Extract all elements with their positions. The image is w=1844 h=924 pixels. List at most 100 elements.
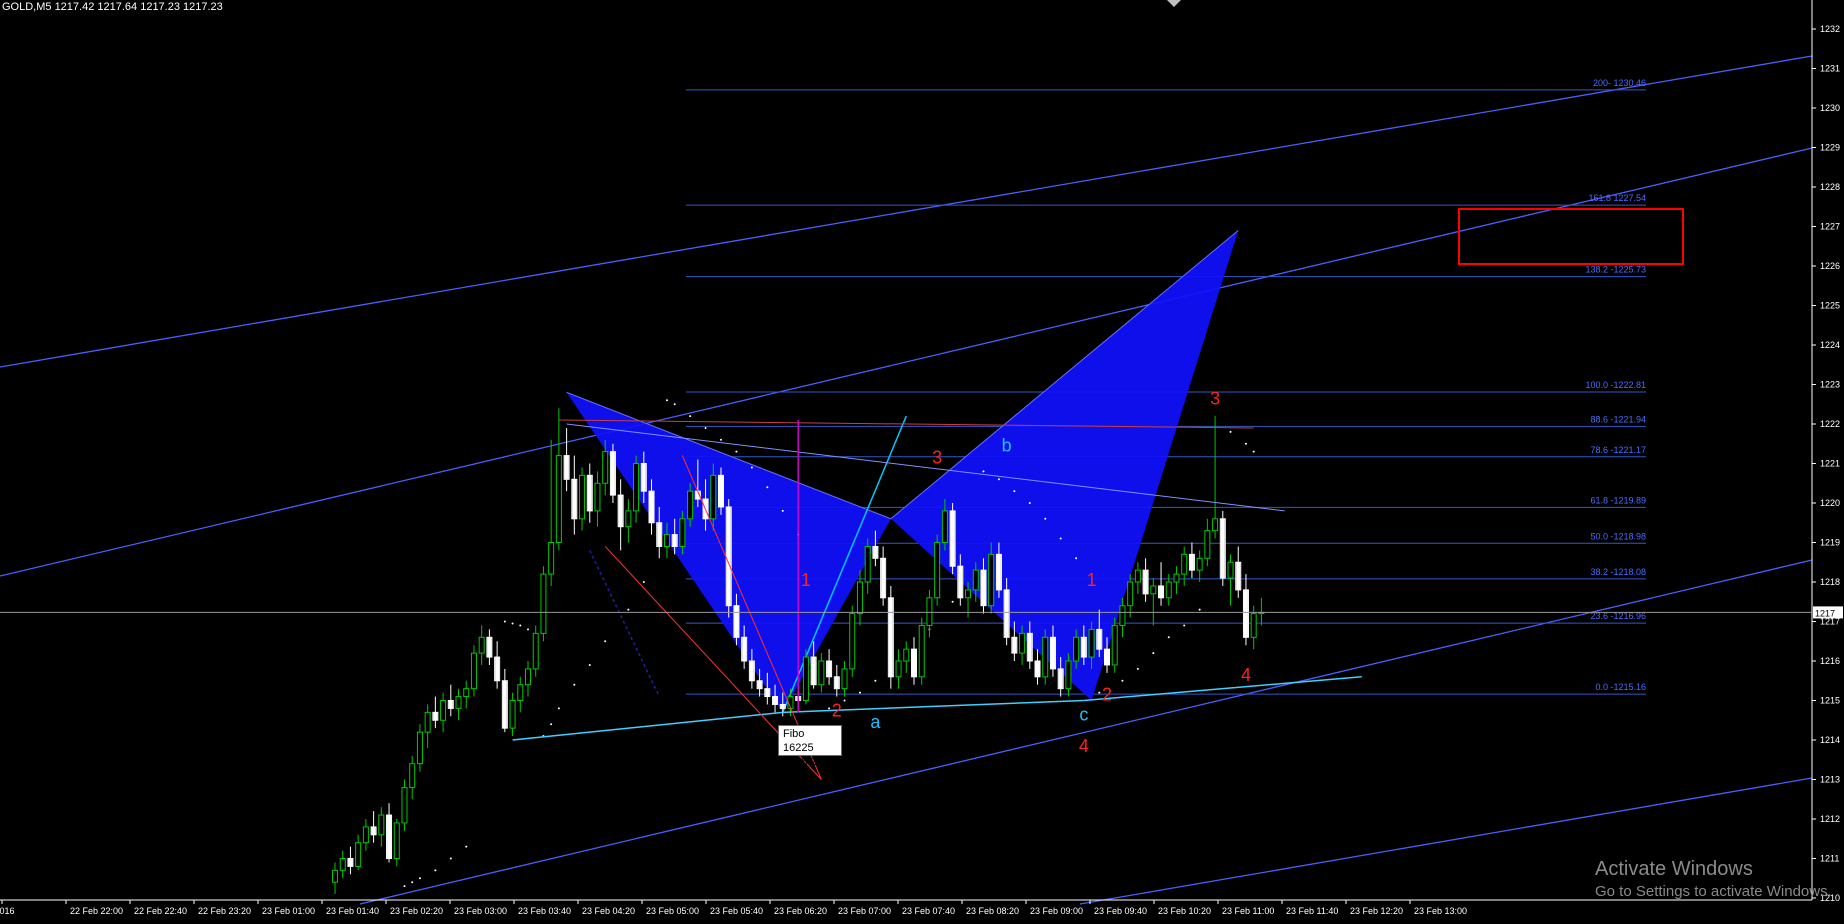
candle-body-fill bbox=[996, 554, 1001, 590]
candle-body-fill bbox=[448, 700, 453, 709]
current-price-label: 1217 bbox=[1815, 608, 1835, 618]
candle-body bbox=[378, 814, 385, 836]
candle-body bbox=[455, 696, 462, 709]
price-tick-label: 1218 bbox=[1820, 577, 1840, 587]
fib-level-label: 138.2 -1225.73 bbox=[1585, 265, 1646, 275]
wave-label: c bbox=[1079, 704, 1088, 724]
candle-body-fill bbox=[773, 696, 778, 705]
candle-body bbox=[633, 463, 640, 512]
time-tick-label: 23 Feb 04:20 bbox=[582, 906, 635, 916]
candle-body bbox=[424, 711, 431, 733]
sar-dot bbox=[951, 600, 954, 603]
candle-body-fill bbox=[881, 558, 886, 598]
candle-body bbox=[470, 652, 477, 690]
candle-body bbox=[965, 589, 972, 599]
candle-body-fill bbox=[1143, 570, 1148, 594]
sar-dot bbox=[465, 845, 468, 848]
sar-dot bbox=[418, 877, 421, 880]
time-tick-label: 22 Feb 22:40 bbox=[134, 906, 187, 916]
time-tick-label: 23 Feb 07:00 bbox=[838, 906, 891, 916]
sar-dot bbox=[519, 624, 522, 627]
sar-dot bbox=[557, 707, 560, 710]
candle-body bbox=[849, 613, 856, 670]
candle-body bbox=[625, 510, 632, 528]
sar-dot bbox=[704, 426, 707, 429]
candle-body-fill bbox=[672, 534, 677, 547]
candle-body-fill bbox=[649, 491, 654, 523]
candle-body bbox=[1119, 605, 1126, 626]
candle-body-fill bbox=[1012, 637, 1017, 654]
sar-dot bbox=[588, 663, 591, 666]
sar-dot bbox=[1167, 636, 1170, 639]
candle-body-fill bbox=[950, 510, 955, 567]
candle-body bbox=[818, 660, 825, 686]
sar-dot bbox=[665, 399, 668, 402]
candle-body-fill bbox=[502, 680, 507, 729]
price-tick-label: 1230 bbox=[1820, 103, 1840, 113]
candle-body bbox=[802, 656, 809, 701]
candle-body bbox=[525, 668, 531, 686]
candle-body bbox=[679, 518, 686, 547]
fib-level-label: 0.0 -1215.16 bbox=[1595, 682, 1646, 692]
price-chart[interactable]: 200- 1230.46 161.8 1227.54 138.2 -1225.73 1… bbox=[0, 0, 1844, 924]
sar-dot bbox=[411, 881, 414, 884]
candle-body-fill bbox=[912, 649, 916, 677]
wave-label: b bbox=[1002, 436, 1012, 456]
candle-body bbox=[1165, 581, 1172, 599]
candle-body bbox=[463, 688, 470, 698]
sar-dot bbox=[449, 857, 452, 860]
sar-dot bbox=[503, 620, 506, 623]
time-tick-label: 23 Feb 03:40 bbox=[518, 906, 571, 916]
candle-body bbox=[517, 684, 524, 702]
time-tick-label: eb 2016 bbox=[0, 906, 15, 916]
time-tick-label: 23 Feb 10:20 bbox=[1158, 906, 1211, 916]
candle-body bbox=[941, 510, 948, 543]
candle-body bbox=[355, 842, 362, 867]
chart-shift-marker[interactable] bbox=[1167, 0, 1181, 7]
watermark-subtitle: Go to Settings to activate Windows. bbox=[1595, 883, 1832, 900]
candle-body-fill bbox=[1097, 629, 1102, 650]
candle-body-fill bbox=[495, 657, 500, 681]
sar-dot bbox=[689, 415, 692, 418]
symbol-header: GOLD,M5 1217.42 1217.64 1217.23 1217.23 bbox=[2, 1, 223, 13]
time-tick-label: 23 Feb 01:00 bbox=[262, 906, 315, 916]
price-tick-label: 1215 bbox=[1820, 696, 1840, 706]
time-tick-label: 23 Feb 05:40 bbox=[710, 906, 763, 916]
candle-body-fill bbox=[487, 637, 492, 658]
wave-label: 2 bbox=[1102, 685, 1112, 705]
fibo-tooltip-price: 1215.29 bbox=[783, 756, 823, 768]
sar-dot bbox=[858, 691, 861, 694]
candle-body-fill bbox=[1243, 589, 1248, 638]
time-tick-label: 23 Feb 01:40 bbox=[326, 906, 379, 916]
candle-body bbox=[362, 826, 369, 844]
sar-dot bbox=[1244, 442, 1247, 445]
candle-body bbox=[1134, 569, 1141, 583]
candle-body-fill bbox=[742, 637, 747, 661]
fib-level-label: 161.8 1227.54 bbox=[1588, 193, 1646, 203]
candle-body bbox=[1181, 553, 1188, 575]
candle-body-fill bbox=[719, 475, 723, 507]
fib-level-label: 200- 1230.46 bbox=[1593, 78, 1646, 88]
candle-body bbox=[710, 474, 717, 520]
candle-body-fill bbox=[811, 657, 816, 685]
sar-dot bbox=[828, 707, 831, 710]
candle-body bbox=[440, 700, 447, 721]
candle-body-fill bbox=[780, 704, 785, 709]
candle-body bbox=[579, 474, 586, 520]
candle-body-fill bbox=[1105, 649, 1109, 665]
candle-body bbox=[841, 668, 848, 690]
candle-body-fill bbox=[827, 661, 832, 677]
candle-body bbox=[1111, 624, 1118, 666]
fib-level-label: 50.0 -1218.98 bbox=[1590, 531, 1646, 541]
candle-body bbox=[856, 581, 863, 615]
time-tick-label: 23 Feb 09:40 bbox=[1094, 906, 1147, 916]
candle-body bbox=[1073, 636, 1080, 662]
time-tick-label: 23 Feb 08:20 bbox=[966, 906, 1019, 916]
sar-dot bbox=[997, 478, 1000, 481]
candle-body bbox=[895, 660, 902, 678]
sar-dot bbox=[1098, 691, 1101, 694]
sar-dot bbox=[1183, 624, 1186, 627]
time-tick-label: 23 Feb 11:00 bbox=[1222, 906, 1274, 916]
chart-background bbox=[0, 0, 1844, 924]
fib-level-label: 38.2 -1218.08 bbox=[1590, 567, 1646, 577]
